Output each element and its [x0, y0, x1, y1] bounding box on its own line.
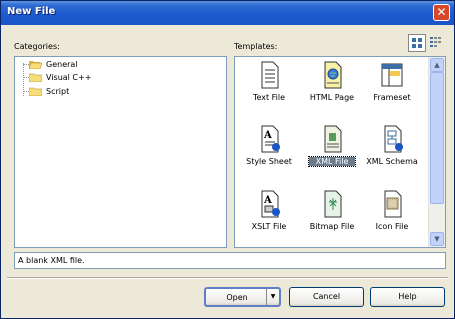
html-page-icon [324, 61, 342, 89]
template-label: Text File [252, 93, 286, 102]
template-label: Bitmap File [309, 222, 355, 231]
svg-text:A: A [263, 130, 272, 141]
folder-icon [29, 87, 42, 96]
template-label: Style Sheet [246, 157, 292, 166]
template-frameset[interactable]: Frameset [361, 59, 423, 114]
list-view-icon[interactable] [428, 34, 446, 52]
cancel-button[interactable]: Cancel [289, 287, 364, 307]
close-icon[interactable]: ✕ [433, 4, 450, 21]
templates-scrollbar[interactable]: ▲ ▼ [428, 57, 445, 247]
template-xslt-file[interactable]: A XSLT File [238, 188, 300, 243]
folder-open-icon [29, 61, 42, 69]
scroll-up-icon[interactable]: ▲ [430, 58, 444, 72]
tree-item-label: Script [46, 87, 70, 96]
tree-item-visual-cpp[interactable]: Visual C++ [29, 72, 91, 83]
scroll-thumb[interactable] [430, 72, 444, 204]
svg-text:A: A [263, 195, 272, 206]
templates-label: Templates: [234, 42, 278, 51]
open-button[interactable]: Open ▼ [204, 287, 281, 307]
text-file-icon [261, 61, 279, 89]
template-xml-file[interactable]: XML File [301, 123, 363, 178]
description-box: A blank XML file. [14, 252, 446, 269]
tree-item-general[interactable]: General [29, 59, 78, 70]
template-html-page[interactable]: HTML Page [301, 59, 363, 114]
open-button-label: Open [226, 293, 248, 302]
templates-list[interactable]: Text File HTML Page Frameset A Style She… [234, 56, 446, 248]
description-text: A blank XML file. [18, 256, 85, 265]
categories-tree[interactable]: General Visual C++ Script [14, 56, 227, 248]
xml-schema-icon [384, 125, 403, 153]
template-label: XML File [308, 156, 356, 167]
large-icons-view-icon[interactable] [408, 34, 426, 52]
template-xml-schema[interactable]: XML Schema [361, 123, 423, 178]
dialog-title: New File [7, 6, 56, 17]
frameset-icon [381, 63, 403, 87]
style-sheet-icon: A [261, 125, 280, 153]
template-label: XML Schema [366, 157, 418, 166]
new-file-dialog: New File ✕ Categories: Templates: Genera… [0, 0, 455, 319]
xslt-file-icon: A [261, 190, 280, 218]
separator [7, 277, 448, 279]
help-button-label: Help [398, 292, 417, 301]
cancel-button-label: Cancel [312, 292, 341, 301]
tree-item-script[interactable]: Script [29, 86, 69, 97]
scroll-down-icon[interactable]: ▼ [430, 232, 444, 246]
template-bitmap-file[interactable]: Bitmap File [301, 188, 363, 243]
template-style-sheet[interactable]: A Style Sheet [238, 123, 300, 178]
template-label: XSLT File [251, 222, 287, 231]
tree-item-label: Visual C++ [46, 73, 92, 82]
icon-file-icon [384, 190, 402, 218]
help-button[interactable]: Help [370, 287, 445, 307]
template-text-file[interactable]: Text File [238, 59, 300, 114]
bitmap-file-icon [324, 190, 342, 218]
open-dropdown-arrow-icon[interactable]: ▼ [266, 289, 279, 305]
tree-item-label: General [46, 60, 78, 69]
categories-label: Categories: [14, 42, 60, 51]
title-bar[interactable]: New File ✕ [1, 1, 454, 25]
template-label: Icon File [375, 222, 409, 231]
xml-file-icon [324, 125, 342, 153]
template-label: Frameset [373, 93, 411, 102]
template-label: HTML Page [309, 93, 355, 102]
folder-icon [29, 73, 42, 82]
template-icon-file[interactable]: Icon File [361, 188, 423, 243]
